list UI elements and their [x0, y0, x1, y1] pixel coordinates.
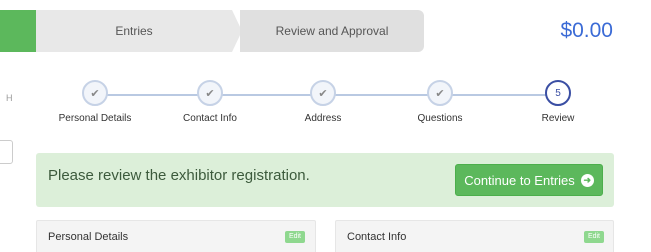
edit-contact-info-button[interactable]: Edit — [583, 231, 604, 243]
step-personal-details[interactable]: ✔ Personal Details — [50, 80, 140, 124]
continue-to-entries-button[interactable]: Continue to Entries ➜ — [455, 164, 603, 196]
edit-personal-details-button[interactable]: Edit — [284, 231, 305, 243]
check-icon: ✔ — [427, 80, 453, 106]
sidebar-fragment-box[interactable] — [0, 140, 13, 164]
continue-button-label: Continue to Entries — [464, 172, 575, 188]
panel-title: Contact Info — [347, 231, 407, 243]
step-label: Address — [304, 113, 342, 124]
step-review-and-approval[interactable]: Review and Approval — [240, 10, 424, 52]
total-price: $0.00 — [560, 19, 613, 42]
step-contact-info[interactable]: ✔ Contact Info — [165, 80, 255, 124]
check-icon: ✔ — [310, 80, 336, 106]
step-review-label: Review and Approval — [275, 24, 389, 38]
step-number: 5 — [545, 80, 571, 106]
step-label: Review — [541, 113, 575, 124]
check-icon: ✔ — [82, 80, 108, 106]
check-icon: ✔ — [197, 80, 223, 106]
step-label: Questions — [417, 113, 463, 124]
step-review[interactable]: 5 Review — [513, 80, 603, 124]
step-questions[interactable]: ✔ Questions — [395, 80, 485, 124]
contact-info-panel: Contact Info Edit — [335, 220, 614, 252]
arrow-right-circle-icon: ➜ — [580, 173, 594, 187]
checkout-progress-bar: Entries Review and Approval $0.00 — [0, 10, 651, 52]
step-entries-label: Entries — [115, 24, 153, 38]
review-alert: Please review the exhibitor registration… — [36, 153, 614, 207]
alert-message: Please review the exhibitor registration… — [48, 167, 310, 184]
personal-details-panel: Personal Details Edit — [36, 220, 316, 252]
step-label: Personal Details — [58, 113, 132, 124]
sidebar-fragment-text: H — [6, 93, 13, 103]
step-address[interactable]: ✔ Address — [278, 80, 368, 124]
panel-title: Personal Details — [48, 231, 129, 243]
registration-review-page: Entries Review and Approval $0.00 H ✔ Pe… — [0, 0, 651, 252]
completed-step-segment[interactable] — [0, 10, 36, 52]
step-entries[interactable]: Entries — [36, 10, 232, 52]
registration-steps: ✔ Personal Details ✔ Contact Info ✔ Addr… — [50, 80, 610, 130]
step-label: Contact Info — [183, 113, 237, 124]
